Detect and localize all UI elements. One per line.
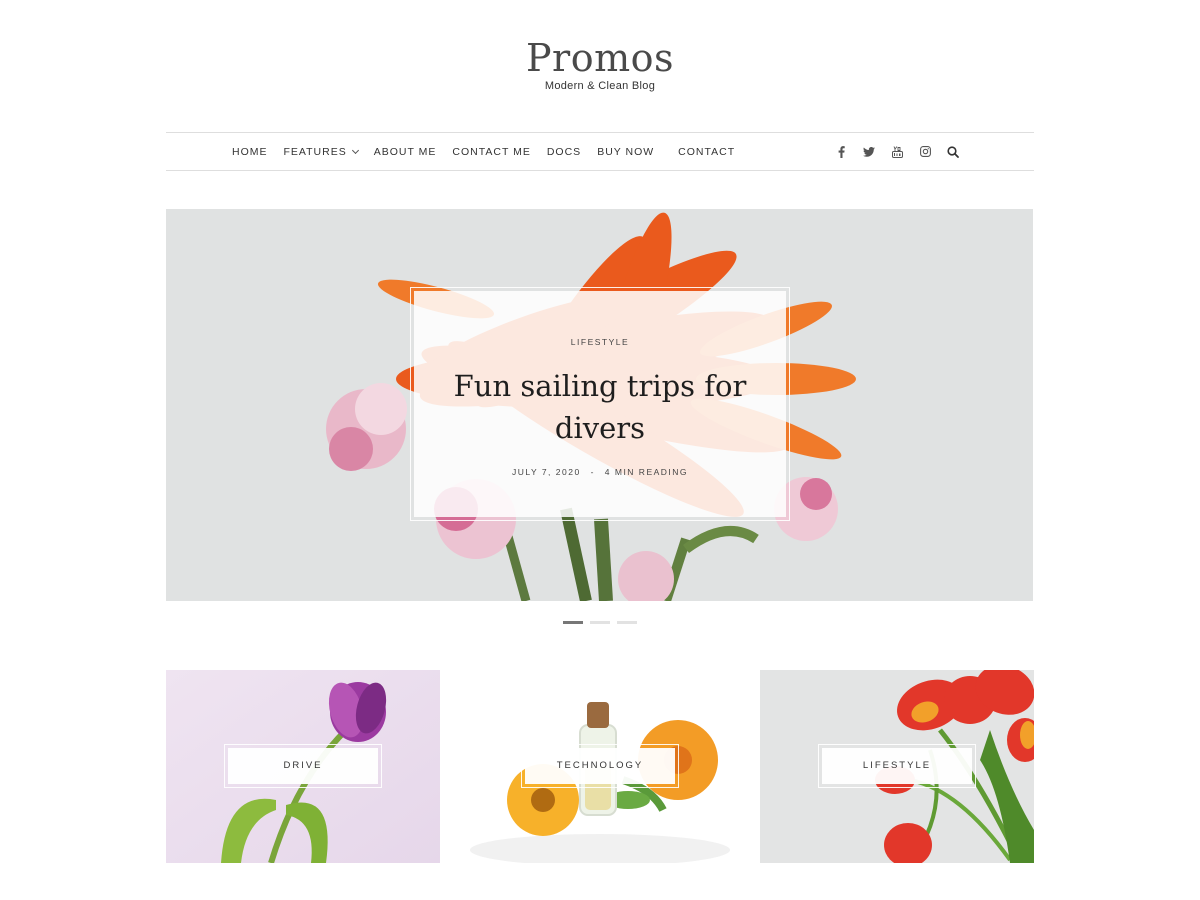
nav-item-label: DOCS [546,145,582,158]
category-box-lifestyle[interactable]: LIFESTYLE [760,670,1034,863]
main-nav: HOME FEATURES ABOUT ME CONTACT ME DOCS B… [166,132,1034,171]
post-meta: JULY 7, 2020 - 4 MIN READING [414,467,786,477]
nav-item-label: CONTACT [678,145,736,158]
slider-pagination [563,621,637,624]
social-links [834,133,960,170]
site-title[interactable]: Promos [0,36,1200,80]
instagram-icon[interactable] [918,145,932,159]
category-box-technology[interactable]: TECHNOLOGY [463,670,737,863]
meta-separator: - [590,467,595,477]
reading-time: 4 MIN READING [604,467,689,477]
slider-dot-3[interactable] [617,621,637,624]
nav-item-features[interactable]: FEATURES [283,145,359,158]
nav-item-label: HOME [232,145,268,158]
nav-item-docs[interactable]: DOCS [547,146,581,158]
nav-item-about-me[interactable]: ABOUT ME [374,146,437,158]
nav-menu: HOME FEATURES ABOUT ME CONTACT ME DOCS B… [232,133,751,170]
nav-item-label: CONTACT ME [452,145,531,158]
category-box-drive[interactable]: DRIVE [166,670,440,863]
facebook-icon[interactable] [834,145,848,159]
post-title[interactable]: Fun sailing trips for divers [434,365,766,449]
nav-item-label: ABOUT ME [373,145,437,158]
nav-item-buy-now[interactable]: BUY NOW [597,146,654,158]
category-label[interactable]: TECHNOLOGY [521,744,679,788]
chevron-down-icon [351,146,359,154]
site-header: Promos Modern & Clean Blog [0,0,1200,132]
hero-slider[interactable]: LIFESTYLE Fun sailing trips for divers J… [166,209,1033,601]
twitter-icon[interactable] [862,145,876,159]
nav-item-contact[interactable]: CONTACT [678,146,735,158]
nav-item-home[interactable]: HOME [232,146,268,158]
category-label[interactable]: LIFESTYLE [818,744,976,788]
hero-post-card[interactable]: LIFESTYLE Fun sailing trips for divers J… [410,287,790,521]
site-tagline: Modern & Clean Blog [544,80,656,92]
search-icon[interactable] [946,145,960,159]
post-category[interactable]: LIFESTYLE [414,337,786,347]
slider-dot-2[interactable] [590,621,610,624]
category-label[interactable]: DRIVE [224,744,382,788]
nav-item-contact-me[interactable]: CONTACT ME [452,146,530,158]
nav-item-label: BUY NOW [597,145,655,158]
slider-dot-1[interactable] [563,621,583,624]
nav-item-label: FEATURES [283,145,347,158]
post-date: JULY 7, 2020 [511,467,581,477]
youtube-icon[interactable] [890,145,904,159]
